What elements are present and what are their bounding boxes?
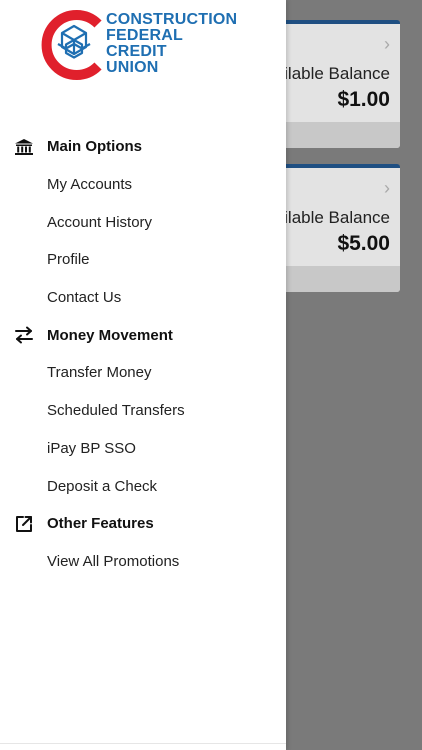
app-screen: › nilable Balance $1.00 › nilable Balanc… (0, 0, 422, 750)
menu-item-label: Deposit a Check (47, 477, 158, 495)
logo-text-line: CREDIT (106, 43, 167, 60)
transfer-arrows-icon (14, 325, 34, 345)
credit-union-logo: CONSTRUCTION FEDERAL CREDIT UNION (40, 8, 245, 82)
menu-item-deposit-a-check[interactable]: Deposit a Check (0, 467, 286, 505)
available-balance-value: $1.00 (337, 88, 390, 111)
available-balance-label: nilable Balance (274, 64, 390, 83)
logo-text-line: FEDERAL (106, 27, 183, 44)
section-title: Main Options (47, 138, 142, 156)
chevron-right-icon: › (384, 178, 390, 198)
menu-item-label: iPay BP SSO (47, 439, 136, 457)
chevron-right-icon: › (384, 34, 390, 54)
account-card-footer (272, 266, 400, 292)
menu-item-label: My Accounts (47, 176, 133, 194)
menu-item-scheduled-transfers[interactable]: Scheduled Transfers (0, 392, 286, 430)
menu-item-contact-us[interactable]: Contact Us (0, 279, 286, 317)
drawer-menu: Main Options My Accounts Account History… (0, 128, 286, 580)
logo-text-line: CONSTRUCTION (106, 11, 238, 28)
menu-item-label: Transfer Money (47, 364, 152, 382)
menu-item-label: Profile (47, 251, 90, 269)
account-card-body: › nilable Balance $1.00 (272, 24, 400, 122)
bank-icon (14, 137, 34, 157)
menu-item-label: Contact Us (47, 289, 122, 307)
logo-text-line: UNION (106, 59, 159, 76)
section-header-main-options: Main Options (0, 128, 286, 166)
account-card[interactable]: › nilable Balance $5.00 (272, 164, 400, 292)
available-balance-value: $5.00 (337, 232, 390, 255)
menu-item-ipay-bp-sso[interactable]: iPay BP SSO (0, 430, 286, 468)
menu-item-profile[interactable]: Profile (0, 241, 286, 279)
navigation-drawer: CONSTRUCTION FEDERAL CREDIT UNION Main O… (0, 0, 286, 750)
section-header-money-movement: Money Movement (0, 316, 286, 354)
menu-item-my-accounts[interactable]: My Accounts (0, 166, 286, 204)
available-balance-label: nilable Balance (274, 208, 390, 227)
logo-mark-icon (41, 10, 102, 80)
menu-item-label: Scheduled Transfers (47, 402, 185, 420)
menu-item-view-all-promotions[interactable]: View All Promotions (0, 543, 286, 581)
account-card[interactable]: › nilable Balance $1.00 (272, 20, 400, 148)
menu-item-label: View All Promotions (47, 552, 180, 570)
section-title: Money Movement (47, 326, 173, 344)
section-title: Other Features (47, 515, 154, 533)
account-card-body: › nilable Balance $5.00 (272, 168, 400, 266)
menu-item-transfer-money[interactable]: Transfer Money (0, 354, 286, 392)
section-header-other-features: Other Features (0, 505, 286, 543)
external-link-icon (14, 514, 34, 534)
account-card-footer (272, 122, 400, 148)
menu-item-label: Account History (47, 213, 153, 231)
menu-item-account-history[interactable]: Account History (0, 203, 286, 241)
logo-text: CONSTRUCTION FEDERAL CREDIT UNION (106, 12, 237, 76)
drawer-bottom-divider (0, 743, 286, 744)
